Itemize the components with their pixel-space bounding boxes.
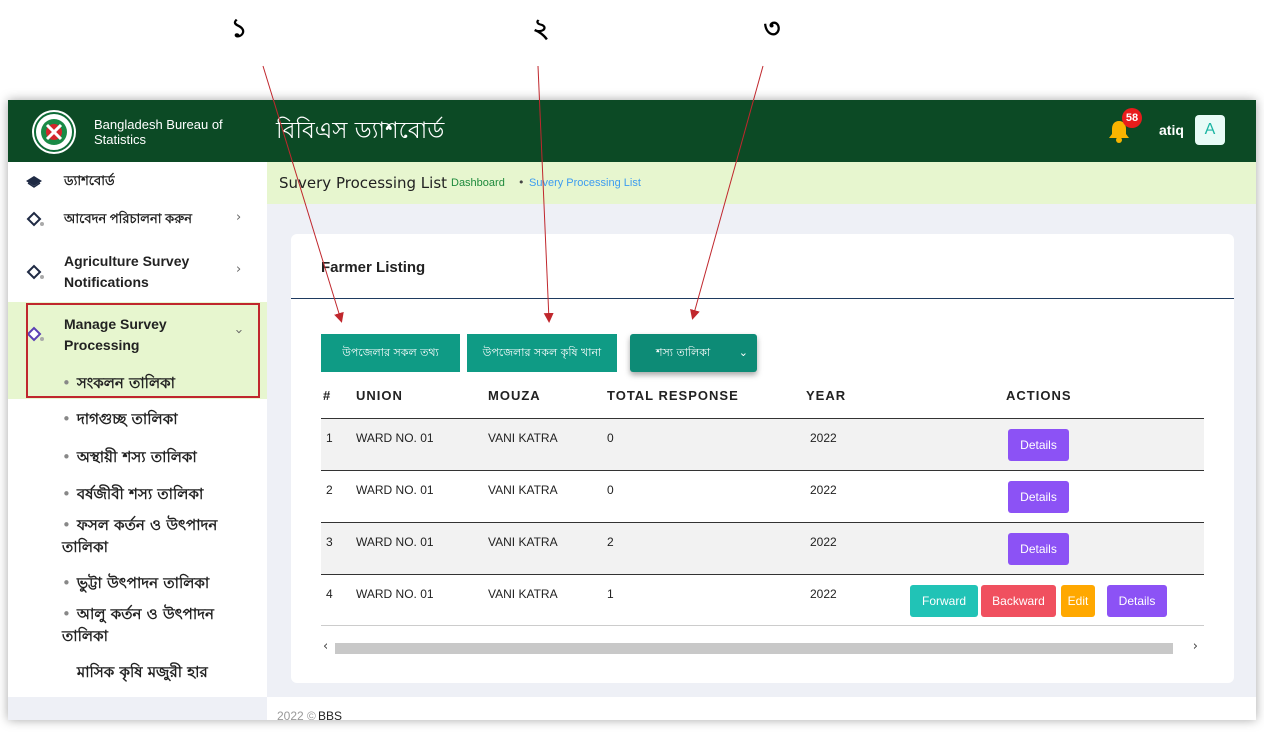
cell-union: WARD NO. 01 [356, 587, 434, 601]
sidebar-subitem-monthly-wage-rate[interactable]: •মাসিক কৃষি মজুরী হার [62, 661, 262, 683]
cell-union: WARD NO. 01 [356, 431, 434, 445]
forward-button[interactable]: Forward [910, 585, 978, 617]
cell-num: 3 [326, 535, 333, 549]
user-avatar[interactable]: A [1195, 115, 1225, 145]
chevron-right-icon: › [236, 210, 242, 225]
footer: 2022 © BBS [267, 697, 1256, 720]
table-row: 2 WARD NO. 01 VANI KATRA 0 2022 Details [321, 470, 1204, 522]
cell-total-response: 2 [607, 535, 614, 549]
farmer-listing-card: Farmer Listing উপজেলার সকল তথ্য উপজেলার … [291, 234, 1234, 683]
sidebar-subitem-label: বর্ষজীবী শস্য তালিকা [76, 485, 204, 503]
cell-total-response: 1 [607, 587, 614, 601]
column-header-mouza: MOUZA [488, 388, 541, 403]
sidebar-item-dashboard[interactable]: ড্যাশবোর্ড [8, 162, 267, 198]
tab-label: শস্য তালিকা [656, 346, 711, 359]
sidebar-subitem-potato-cutting-list[interactable]: • আলু কর্তন ও উৎপাদন তালিকা [62, 603, 242, 647]
breadcrumb-separator: • [518, 176, 525, 189]
sidebar-item-label: Agriculture Survey Notifications [64, 253, 190, 290]
cell-num: 2 [326, 483, 333, 497]
column-header-year: YEAR [806, 388, 847, 403]
card-divider [291, 298, 1234, 299]
edit-button[interactable]: Edit [1061, 585, 1095, 617]
sidebar-subitem-label: অস্থায়ী শস্য তালিকা [76, 448, 197, 466]
column-header-actions: ACTIONS [1006, 388, 1072, 403]
callout-number-3: ৩ [763, 14, 781, 44]
top-bar: Bangladesh Bureau of Statistics বিবিএস ড… [8, 100, 1256, 162]
sidebar-subitem-maize-production-list[interactable]: • ভুট্টা উৎপাদন তালিকা [62, 572, 262, 594]
chevron-right-icon: › [236, 262, 242, 277]
scroll-right-icon[interactable]: › [1193, 639, 1198, 654]
sidebar-subitem-label: ফসল কর্তন ও উৎপাদন তালিকা [62, 516, 218, 556]
cell-year: 2022 [810, 587, 837, 601]
cell-num: 1 [326, 431, 333, 445]
sidebar-item-agriculture-survey-notifications[interactable]: Agriculture Survey Notifications › [8, 240, 267, 302]
cell-total-response: 0 [607, 431, 614, 445]
card-title: Farmer Listing [321, 259, 426, 276]
footer-copyright: 2022 © [277, 709, 316, 720]
cell-mouza: VANI KATRA [488, 535, 558, 549]
sidebar-subitem-label: দাগগুচ্ছ তালিকা [76, 410, 178, 428]
cell-mouza: VANI KATRA [488, 431, 558, 445]
page-title: Suvery Processing List [279, 174, 448, 192]
cell-union: WARD NO. 01 [356, 535, 434, 549]
sidebar-subitem-label: আলু কর্তন ও উৎপাদন তালিকা [62, 605, 215, 645]
details-button[interactable]: Details [1107, 585, 1167, 617]
cell-year: 2022 [810, 535, 837, 549]
cell-year: 2022 [810, 431, 837, 445]
sidebar-subitem-temporary-crop-list[interactable]: • অস্থায়ী শস্য তালিকা [62, 446, 262, 468]
dashboard-title: বিবিএস ড্যাশবোর্ড [276, 118, 445, 144]
breadcrumb: Suvery Processing List Dashboard • Suver… [267, 162, 1256, 204]
table-row: 3 WARD NO. 01 VANI KATRA 2 2022 Details [321, 522, 1204, 574]
app-window: Bangladesh Bureau of Statistics বিবিএস ড… [8, 100, 1256, 720]
sidebar-item-manage-applications[interactable]: আবেদন পরিচালনা করুন › [8, 198, 267, 240]
user-name[interactable]: atiq [1159, 122, 1184, 138]
sidebar-item-label: ড্যাশবোর্ড [64, 173, 115, 188]
sidebar-item-label: আবেদন পরিচালনা করুন [64, 211, 192, 226]
drop-icon [26, 264, 44, 280]
column-header-total-response: TOTAL RESPONSE [607, 388, 739, 403]
dashboard-icon [26, 176, 42, 188]
org-name: Bangladesh Bureau of Statistics [94, 117, 223, 147]
table-row: 4 WARD NO. 01 VANI KATRA 1 2022 Forward … [321, 574, 1204, 626]
table-row: 1 WARD NO. 01 VANI KATRA 0 2022 Details [321, 418, 1204, 470]
sidebar-subitem-crop-cutting-list[interactable]: • ফসল কর্তন ও উৎপাদন তালিকা [62, 514, 242, 558]
callout-number-1: ১ [230, 14, 248, 44]
column-header-num: # [323, 388, 332, 403]
backward-button[interactable]: Backward [981, 585, 1056, 617]
cell-num: 4 [326, 587, 333, 601]
details-button[interactable]: Details [1008, 533, 1069, 565]
column-header-union: UNION [356, 388, 403, 403]
cell-union: WARD NO. 01 [356, 483, 434, 497]
chevron-down-icon: ⌄ [738, 346, 748, 359]
sidebar-subitem-compilation-list[interactable]: • সংকলন তালিকা [62, 372, 262, 394]
tab-upazila-all-households[interactable]: উপজেলার সকল কৃষি খানা [467, 334, 617, 372]
bbs-logo-icon [32, 110, 76, 154]
breadcrumb-current: Suvery Processing List [529, 177, 641, 189]
sidebar-subitem-perennial-crop-list[interactable]: • বর্ষজীবী শস্য তালিকা [62, 483, 262, 505]
notification-count-badge: 58 [1122, 108, 1142, 128]
scrollbar-thumb[interactable] [335, 643, 1173, 654]
tab-upazila-all-info[interactable]: উপজেলার সকল তথ্য [321, 334, 460, 372]
sidebar: ড্যাশবোর্ড আবেদন পরিচালনা করুন › Agricul… [8, 162, 267, 697]
cell-year: 2022 [810, 483, 837, 497]
sidebar-subitem-label: সংকলন তালিকা [76, 374, 175, 392]
sidebar-subitem-label: ভুট্টা উৎপাদন তালিকা [76, 574, 210, 592]
cell-total-response: 0 [607, 483, 614, 497]
breadcrumb-dashboard-link[interactable]: Dashboard [451, 177, 505, 189]
tab-crop-list-dropdown[interactable]: শস্য তালিকা ⌄ [630, 334, 757, 372]
callout-number-2: ২ [532, 14, 550, 44]
drop-icon [26, 211, 44, 227]
details-button[interactable]: Details [1008, 429, 1069, 461]
cell-mouza: VANI KATRA [488, 483, 558, 497]
scroll-left-icon[interactable]: ‹ [323, 639, 328, 654]
sidebar-subitem-label: মাসিক কৃষি মজুরী হার [76, 663, 208, 681]
footer-org: BBS [318, 709, 343, 720]
cell-mouza: VANI KATRA [488, 587, 558, 601]
details-button[interactable]: Details [1008, 481, 1069, 513]
horizontal-scrollbar[interactable]: ‹ › [321, 639, 1204, 657]
sidebar-subitem-plot-cluster-list[interactable]: • দাগগুচ্ছ তালিকা [62, 408, 262, 430]
